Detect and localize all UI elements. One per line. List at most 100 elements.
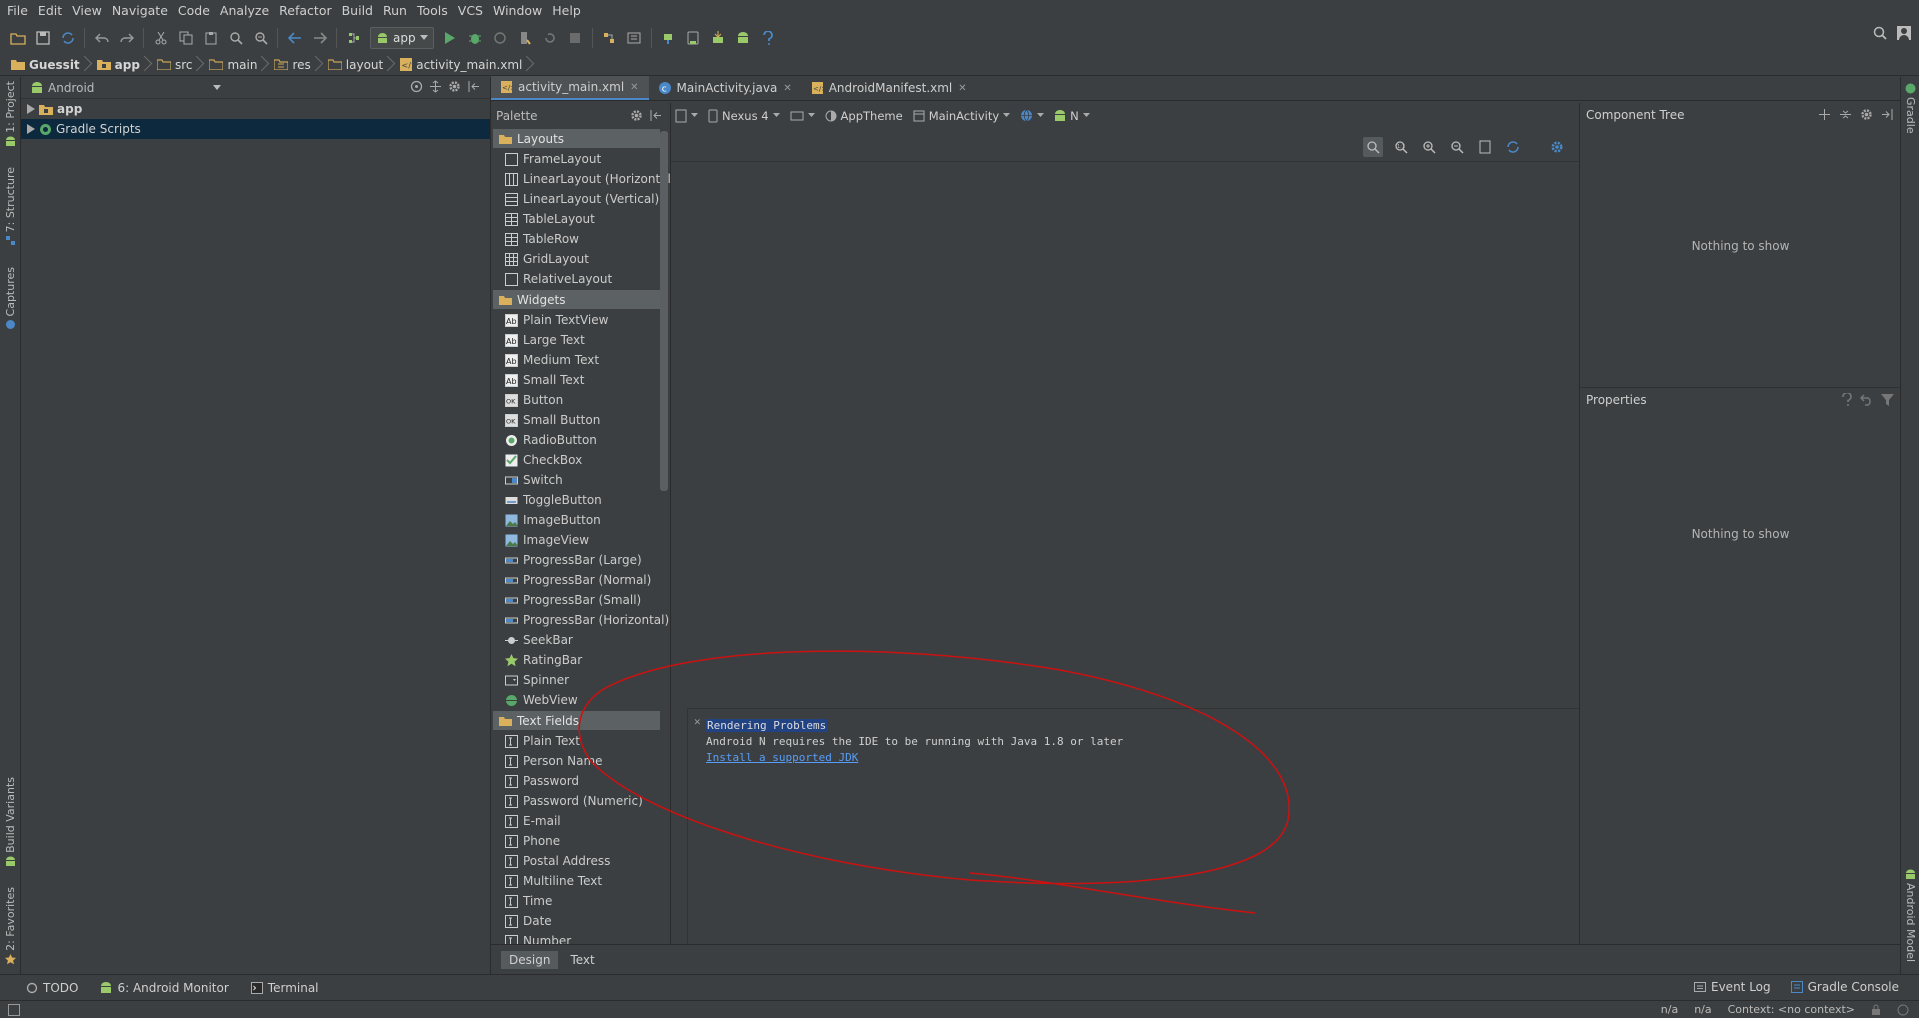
menu-tools[interactable]: Tools [412, 0, 453, 22]
breadcrumb-res[interactable]: res [271, 55, 316, 75]
theme-selector[interactable]: AppTheme [825, 109, 903, 123]
palette-item-e-mail[interactable]: E-mail [491, 811, 670, 831]
tab-text[interactable]: Text [562, 951, 602, 969]
palette-item-progressbar-large[interactable]: ProgressBar (Large) [491, 550, 670, 570]
tree-item-gradle-scripts[interactable]: Gradle Scripts [21, 119, 490, 139]
palette-group-widgets[interactable]: Widgets [493, 290, 660, 309]
menu-edit[interactable]: Edit [33, 0, 67, 22]
tool-tab-project[interactable]: 1: Project [0, 81, 21, 147]
palette-item-large-text[interactable]: Ab Large Text [491, 330, 670, 350]
settings-icon[interactable] [448, 80, 461, 93]
palette-item-time[interactable]: Time [491, 891, 670, 911]
android-device-monitor-icon[interactable] [731, 26, 756, 51]
tab-mainactivity-java[interactable]: c MainActivity.java ✕ [649, 76, 802, 100]
palette-item-plain-textview[interactable]: Ab Plain TextView [491, 310, 670, 330]
palette-item-plain-text[interactable]: Plain Text [491, 731, 670, 751]
debug-icon[interactable] [463, 26, 488, 51]
make-project-icon[interactable] [341, 26, 366, 51]
palette-item-phone[interactable]: Phone [491, 831, 670, 851]
palette-item-progressbar-small[interactable]: ProgressBar (Small) [491, 590, 670, 610]
design-surface-selector[interactable] [675, 109, 698, 123]
device-selector[interactable]: Nexus 4 [708, 109, 780, 123]
menu-vcs[interactable]: VCS [453, 0, 488, 22]
collapse-all-icon[interactable] [1839, 108, 1852, 121]
palette-group-text-fields[interactable]: Text Fields [493, 711, 660, 730]
tool-tab-captures[interactable]: Captures [0, 267, 21, 330]
undo-icon[interactable] [89, 26, 114, 51]
menu-help[interactable]: Help [547, 0, 586, 22]
palette-item-seekbar[interactable]: SeekBar [491, 630, 670, 650]
expand-arrow-icon[interactable] [27, 104, 35, 114]
project-view-selector[interactable]: Android [31, 81, 221, 95]
palette-item-radiobutton[interactable]: RadioButton [491, 430, 670, 450]
status-context[interactable]: Context: <no context> [1728, 1003, 1855, 1016]
lock-icon[interactable] [1871, 1003, 1881, 1016]
palette-item-tablelayout[interactable]: TableLayout [491, 209, 670, 229]
menu-window[interactable]: Window [488, 0, 547, 22]
palette-item-gridlayout[interactable]: GridLayout [491, 249, 670, 269]
expand-arrow-icon[interactable] [27, 124, 35, 134]
refresh-icon[interactable] [1503, 137, 1523, 157]
api-level-selector[interactable]: N [1054, 109, 1090, 123]
filter-icon[interactable] [1881, 393, 1894, 406]
jump-to-source-icon[interactable] [1475, 137, 1495, 157]
zoom-out-icon[interactable] [1447, 137, 1467, 157]
palette-item-person-name[interactable]: Person Name [491, 751, 670, 771]
project-structure-icon[interactable] [597, 26, 622, 51]
palette-item-tablerow[interactable]: TableRow [491, 229, 670, 249]
palette-item-ratingbar[interactable]: RatingBar [491, 650, 670, 670]
menu-file[interactable]: File [2, 0, 33, 22]
tab-activity-main-xml[interactable]: </> activity_main.xml ✕ [491, 76, 649, 100]
tool-tab-favorites[interactable]: 2: Favorites [0, 887, 21, 965]
breadcrumb-src[interactable]: src [154, 55, 199, 75]
settings-icon[interactable] [1860, 108, 1873, 121]
tool-tab-terminal[interactable]: Terminal [250, 981, 319, 995]
palette-item-webview[interactable]: WebView [491, 690, 670, 710]
palette-item-small-button[interactable]: OK Small Button [491, 410, 670, 430]
tree-item-app[interactable]: app [21, 99, 490, 119]
cut-icon[interactable] [148, 26, 173, 51]
search-everywhere-icon[interactable] [1873, 26, 1887, 40]
palette-item-imagebutton[interactable]: ImageButton [491, 510, 670, 530]
palette-item-number[interactable]: Number [491, 931, 670, 944]
palette-item-switch[interactable]: Switch [491, 470, 670, 490]
palette-item-framelayout[interactable]: FrameLayout [491, 149, 670, 169]
rerun-icon[interactable] [538, 26, 563, 51]
help-icon[interactable] [756, 26, 781, 51]
palette-item-password[interactable]: Password [491, 771, 670, 791]
zoom-to-fit-icon[interactable] [1363, 137, 1383, 157]
palette-item-checkbox[interactable]: CheckBox [491, 450, 670, 470]
palette-item-progressbar-normal[interactable]: ProgressBar (Normal) [491, 570, 670, 590]
tab-design[interactable]: Design [501, 950, 559, 969]
tool-tab-structure[interactable]: 7: Structure [0, 167, 21, 246]
replace-icon[interactable] [248, 26, 273, 51]
apply-changes-icon[interactable] [513, 26, 538, 51]
orientation-selector[interactable] [790, 110, 815, 122]
breadcrumb-file[interactable]: </> activity_main.xml [397, 55, 528, 75]
redo-icon[interactable] [114, 26, 139, 51]
tool-tab-todo[interactable]: TODO [26, 981, 78, 995]
palette-scrollbar[interactable] [660, 131, 668, 491]
copy-icon[interactable] [173, 26, 198, 51]
stop-icon[interactable] [563, 26, 588, 51]
palette-group-layouts[interactable]: Layouts [493, 129, 660, 148]
settings-icon[interactable] [1547, 137, 1567, 157]
palette-item-relativelayout[interactable]: RelativeLayout [491, 269, 670, 289]
run-configuration-selector[interactable]: app [370, 27, 434, 49]
hide-panel-icon[interactable] [1881, 108, 1894, 121]
palette-item-multiline-text[interactable]: Multiline Text [491, 871, 670, 891]
expand-all-icon[interactable] [1818, 108, 1831, 121]
menu-code[interactable]: Code [173, 0, 215, 22]
menu-view[interactable]: View [67, 0, 107, 22]
breadcrumb-module[interactable]: app [94, 55, 146, 75]
close-icon[interactable]: ✕ [694, 715, 701, 728]
palette-item-linearlayout-vertical[interactable]: LinearLayout (Vertical) [491, 189, 670, 209]
breadcrumb-project[interactable]: Guessit [8, 55, 86, 75]
menu-run[interactable]: Run [378, 0, 412, 22]
menu-refactor[interactable]: Refactor [274, 0, 336, 22]
tool-tab-android-monitor[interactable]: 6: Android Monitor [100, 981, 229, 995]
hide-panel-icon[interactable] [649, 109, 662, 122]
sync-icon[interactable] [55, 26, 80, 51]
close-icon[interactable]: ✕ [630, 82, 638, 93]
palette-item-imageview[interactable]: ImageView [491, 530, 670, 550]
